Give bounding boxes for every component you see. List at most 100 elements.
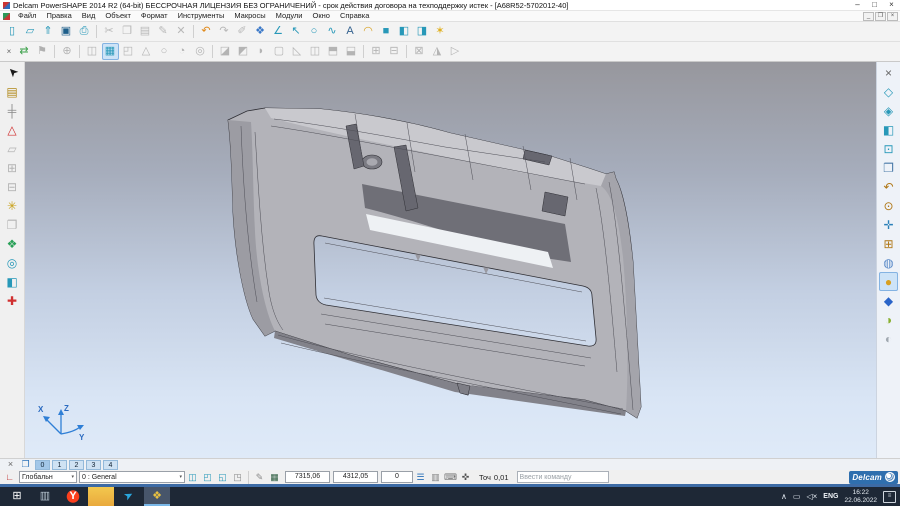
iso3-view-icon[interactable]: ◧ xyxy=(879,120,898,139)
solid-add-icon[interactable]: ⊕ xyxy=(59,43,76,60)
tray-expand-icon[interactable]: ∧ xyxy=(781,492,787,501)
model-3d[interactable] xyxy=(25,62,876,458)
flag-icon[interactable]: ⚑ xyxy=(34,43,51,60)
mdi-close-button[interactable]: × xyxy=(887,11,898,21)
zoom-full-icon[interactable]: ✛ xyxy=(879,215,898,234)
view-along-axis-icon[interactable]: ⊡ xyxy=(879,139,898,158)
dynamic-section-icon[interactable]: ◆ xyxy=(879,291,898,310)
taskbar-pc-icon[interactable]: ▥ xyxy=(32,487,58,506)
window-tab-0[interactable]: 0 xyxy=(35,459,50,470)
menu-help[interactable]: Справка xyxy=(335,11,374,22)
cut-icon[interactable]: ✂ xyxy=(101,23,118,40)
minimize-button[interactable]: – xyxy=(849,0,866,10)
iso2-view-icon[interactable]: ◈ xyxy=(879,101,898,120)
paste-icon[interactable]: ▤ xyxy=(137,23,154,40)
window-tab-1[interactable]: 1 xyxy=(52,459,67,470)
solid-wrap-icon[interactable]: ⬒ xyxy=(325,43,342,60)
feature-recognition-icon[interactable]: ◮ xyxy=(429,43,446,60)
zoom-box-icon[interactable]: ⊞ xyxy=(879,234,898,253)
solid-simplify-icon[interactable]: ◧ xyxy=(3,272,22,291)
taskbar-yandex-icon[interactable]: Y xyxy=(60,487,86,506)
format-painter-icon[interactable]: ✎ xyxy=(155,23,172,40)
solid-torus-icon[interactable]: ◎ xyxy=(192,43,209,60)
wireframe-shading-icon[interactable]: ◍ xyxy=(879,253,898,272)
enhanced-shading-icon[interactable]: ◑ xyxy=(879,310,898,329)
solid-cut-icon[interactable]: ◪ xyxy=(217,43,234,60)
workplane-world-icon[interactable]: ◫ xyxy=(186,471,200,484)
solid-extrude-icon[interactable]: ◫ xyxy=(84,43,101,60)
level-selector[interactable]: 0 : General ▾ xyxy=(79,471,185,483)
window-tab-3[interactable]: 3 xyxy=(86,459,101,470)
boolean-intersect-icon[interactable]: ⊠ xyxy=(411,43,428,60)
solid-shell-icon[interactable]: ▢ xyxy=(271,43,288,60)
solid-morph-icon[interactable]: ⬓ xyxy=(343,43,360,60)
solid-feature-icon[interactable]: ◧ xyxy=(396,23,413,40)
assembly-icon[interactable]: ◨ xyxy=(414,23,431,40)
workplane-lock-icon[interactable]: ◳ xyxy=(231,471,245,484)
sheets-icon[interactable]: ❐ xyxy=(3,215,22,234)
solid-plane-icon[interactable]: ◰ xyxy=(120,43,137,60)
menu-file[interactable]: Файл xyxy=(13,11,41,22)
calculator-icon[interactable]: ▥ xyxy=(429,471,443,484)
delete-icon[interactable]: ✕ xyxy=(173,23,190,40)
find-duplicates-icon[interactable]: ◎ xyxy=(3,253,22,272)
workplane-selector[interactable]: Глобальн ▾ xyxy=(19,471,77,483)
solid-boss-icon[interactable]: ◩ xyxy=(235,43,252,60)
version-compare-icon[interactable]: ⇄ xyxy=(16,43,33,60)
blank-sheet-icon[interactable]: ▱ xyxy=(3,139,22,158)
zoom-in-out-icon[interactable]: ⊙ xyxy=(879,196,898,215)
action-center-icon[interactable]: ≡ xyxy=(883,490,896,503)
import-icon[interactable]: ⇑ xyxy=(40,23,57,40)
zoom-previous-icon[interactable]: ↶ xyxy=(879,177,898,196)
menu-macros[interactable]: Макросы xyxy=(229,11,270,22)
text-icon[interactable]: A xyxy=(342,23,359,40)
workplane-create-icon[interactable]: ◰ xyxy=(201,471,215,484)
edit-pencil-icon[interactable]: ✐ xyxy=(234,23,251,40)
solid-block-icon[interactable]: ▦ xyxy=(101,43,119,60)
solid-spring-icon[interactable]: ◔ xyxy=(174,43,191,60)
boolean-subtract-icon[interactable]: ⊟ xyxy=(386,43,403,60)
menu-edit[interactable]: Правка xyxy=(41,11,76,22)
curve-icon[interactable]: ∿ xyxy=(324,23,341,40)
item-info-icon[interactable]: ☰ xyxy=(414,471,428,484)
create-wireframe-icon[interactable]: ✳ xyxy=(3,196,22,215)
command-input[interactable] xyxy=(516,471,609,483)
boolean-add-icon[interactable]: ⊞ xyxy=(368,43,385,60)
solid-sphere-icon[interactable]: ○ xyxy=(156,43,173,60)
intelligent-cursor-icon[interactable]: ✎ xyxy=(253,471,267,484)
tolerance-value[interactable]: 0,01 xyxy=(494,473,509,482)
keyboard-input-icon[interactable]: ⌨ xyxy=(444,471,458,484)
new-model-icon[interactable]: ▯ xyxy=(4,23,21,40)
taskbar-explorer-icon[interactable] xyxy=(88,487,114,506)
model-doctor-icon[interactable]: ✚ xyxy=(3,291,22,310)
analysis-warning-icon[interactable]: △ xyxy=(3,120,22,139)
solid-icon[interactable]: ■ xyxy=(378,23,395,40)
workplane-pair-icon[interactable]: ⊞ xyxy=(3,158,22,177)
solid-split-icon[interactable]: ◫ xyxy=(307,43,324,60)
levels-palette-icon[interactable]: ❖ xyxy=(252,23,269,40)
wizard-icon[interactable]: ✶ xyxy=(432,23,449,40)
solid-draft-icon[interactable]: ◺ xyxy=(289,43,306,60)
workplane-single-icon[interactable]: ⊟ xyxy=(3,177,22,196)
close-toolbar-icon[interactable]: × xyxy=(4,43,15,60)
toolbar-slider[interactable]: ╪ xyxy=(3,101,22,120)
close-views-icon[interactable]: × xyxy=(879,63,898,82)
iso1-view-icon[interactable]: ◇ xyxy=(879,82,898,101)
maximize-button[interactable]: □ xyxy=(866,0,883,10)
taskbar-powershape-icon[interactable]: ❖ xyxy=(144,487,170,506)
menu-window[interactable]: Окно xyxy=(308,11,335,22)
multiple-views-icon[interactable]: ❐ xyxy=(879,158,898,177)
window-tab-2[interactable]: 2 xyxy=(69,459,84,470)
polyline-icon[interactable]: ∠ xyxy=(270,23,287,40)
menu-object[interactable]: Объект xyxy=(100,11,136,22)
solid-wizard-icon[interactable]: ▷ xyxy=(447,43,464,60)
print-icon[interactable]: ⎙ xyxy=(76,23,93,40)
circle-icon[interactable]: ○ xyxy=(306,23,323,40)
coord-x-field[interactable]: 7315,06 xyxy=(285,471,330,483)
mdi-restore-button[interactable]: ❐ xyxy=(875,11,886,21)
menu-modules[interactable]: Модули xyxy=(271,11,308,22)
surface-icon[interactable]: ◠ xyxy=(360,23,377,40)
close-button[interactable]: × xyxy=(883,0,900,10)
surface-compare-icon[interactable]: ❖ xyxy=(3,234,22,253)
save-icon[interactable]: ▣ xyxy=(58,23,75,40)
